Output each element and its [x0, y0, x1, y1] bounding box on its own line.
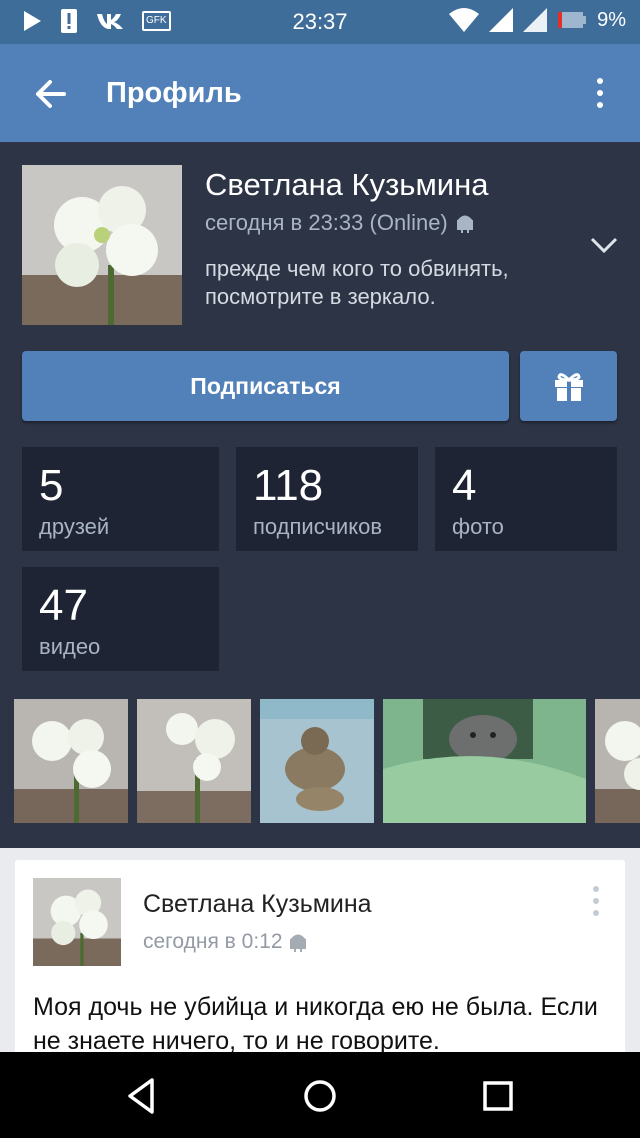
counter-friends-label: друзей	[39, 514, 110, 539]
battery-percent: 9%	[597, 8, 626, 31]
photo-thumbnail[interactable]	[260, 699, 374, 823]
photo-thumbnail[interactable]	[595, 699, 640, 823]
last-seen-text: сегодня в 23:33 (Online)	[205, 210, 448, 235]
post-author[interactable]: Светлана Кузьмина	[143, 890, 372, 919]
post-time: сегодня в 0:12	[143, 930, 307, 954]
counter-photos-label: фото	[452, 514, 504, 539]
status-right-icons: 9%	[449, 8, 626, 32]
battery-icon	[558, 12, 587, 28]
android-icon	[289, 934, 306, 952]
avatar-flower-image	[33, 878, 121, 966]
profile-name: Светлана Кузьмина	[205, 167, 489, 202]
expand-button[interactable]	[588, 234, 620, 256]
profile-header: Светлана Кузьмина сегодня в 23:33 (Onlin…	[0, 142, 640, 848]
gift-icon	[554, 373, 583, 401]
more-vertical-icon	[597, 78, 603, 84]
photo-strip	[14, 699, 640, 823]
subscribe-button[interactable]: Подписаться	[22, 351, 509, 421]
avatar[interactable]	[22, 165, 182, 325]
back-button[interactable]	[28, 72, 72, 116]
post-menu-button[interactable]	[593, 886, 603, 922]
nav-recents-button[interactable]	[476, 1074, 520, 1118]
status-bar: GFK 23:37 9%	[0, 0, 640, 44]
chevron-down-icon	[590, 237, 618, 254]
counter-followers-label: подписчиков	[253, 514, 383, 539]
android-icon	[456, 215, 473, 233]
nav-back-button[interactable]	[120, 1074, 164, 1118]
system-nav-bar	[0, 1052, 640, 1138]
counter-photos-value: 4	[452, 461, 477, 510]
avatar-flower-image	[22, 165, 182, 325]
wall-post: Светлана Кузьмина сегодня в 0:12 Моя доч…	[15, 860, 625, 1060]
post-text: Моя дочь не убийца и никогда ею не была.…	[33, 993, 598, 1055]
more-menu-button[interactable]	[588, 78, 612, 114]
photo-thumbnail[interactable]	[14, 699, 128, 823]
photo-thumbnail[interactable]	[383, 699, 586, 823]
last-seen: сегодня в 23:33 (Online)	[205, 210, 474, 236]
post-time-text: сегодня в 0:12	[143, 930, 283, 953]
counter-followers-value: 118	[253, 461, 324, 510]
post-avatar[interactable]	[33, 878, 121, 966]
counter-videos-label: видео	[39, 634, 101, 659]
signal-icon	[489, 8, 514, 32]
counter-followers[interactable]: 118 подписчиков	[236, 447, 418, 551]
signal-icon-2	[523, 8, 548, 32]
circle-home-icon	[304, 1080, 336, 1112]
wifi-icon	[449, 8, 480, 32]
photo-thumbnail[interactable]	[137, 699, 251, 823]
profile-status: прежде чем кого то обвинять, посмотрите …	[205, 256, 509, 309]
arrow-left-icon	[36, 80, 66, 108]
counter-videos[interactable]: 47 видео	[22, 567, 219, 671]
counter-friends-value: 5	[39, 461, 64, 510]
counter-photos[interactable]: 4 фото	[435, 447, 617, 551]
counter-friends[interactable]: 5 друзей	[22, 447, 219, 551]
counter-videos-value: 47	[39, 581, 88, 630]
more-vertical-icon	[593, 886, 599, 892]
app-toolbar: Профиль	[0, 44, 640, 142]
triangle-back-icon	[128, 1078, 154, 1114]
gift-button[interactable]	[520, 351, 617, 421]
square-recents-icon	[483, 1081, 513, 1111]
page-title: Профиль	[106, 77, 242, 109]
nav-home-button[interactable]	[298, 1074, 342, 1118]
